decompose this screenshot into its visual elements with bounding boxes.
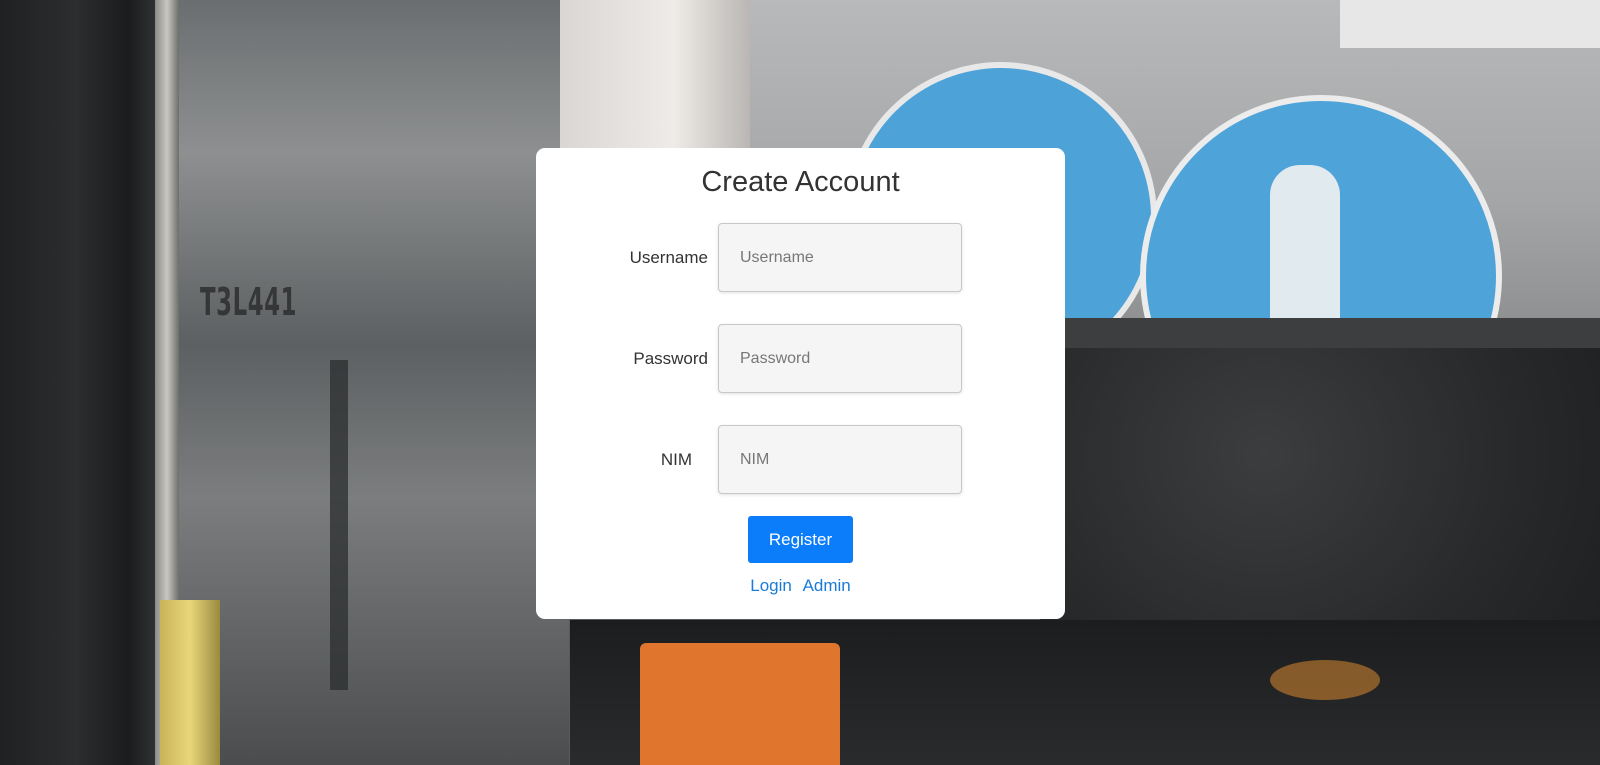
pale-strip xyxy=(560,0,750,150)
nim-input[interactable] xyxy=(718,425,962,494)
admin-link[interactable]: Admin xyxy=(803,576,851,595)
password-label: Password xyxy=(633,349,708,368)
yellow-handle xyxy=(160,600,220,765)
window-ledge xyxy=(1040,318,1600,348)
vehicle-number: T3L441 xyxy=(200,280,298,324)
panel-streak xyxy=(330,360,348,690)
username-label: Username xyxy=(629,248,708,267)
person-figure-icon xyxy=(1270,165,1340,335)
orange-panel xyxy=(640,643,840,765)
register-button[interactable]: Register xyxy=(748,516,853,563)
username-input[interactable] xyxy=(718,223,962,292)
window-card xyxy=(1340,0,1600,48)
register-card: Create Account Username Password NIM Reg… xyxy=(536,148,1065,619)
door-frame xyxy=(0,0,170,765)
password-input[interactable] xyxy=(718,324,962,393)
password-row: Password xyxy=(536,324,1065,394)
nim-label: NIM xyxy=(660,450,692,469)
steel-panel xyxy=(179,0,569,765)
auth-links: Login Admin xyxy=(536,576,1065,596)
page-title: Create Account xyxy=(701,166,900,198)
nim-row: NIM xyxy=(536,425,1065,495)
amber-light xyxy=(1270,660,1380,700)
username-row: Username xyxy=(536,223,1065,293)
login-link[interactable]: Login xyxy=(750,576,792,595)
